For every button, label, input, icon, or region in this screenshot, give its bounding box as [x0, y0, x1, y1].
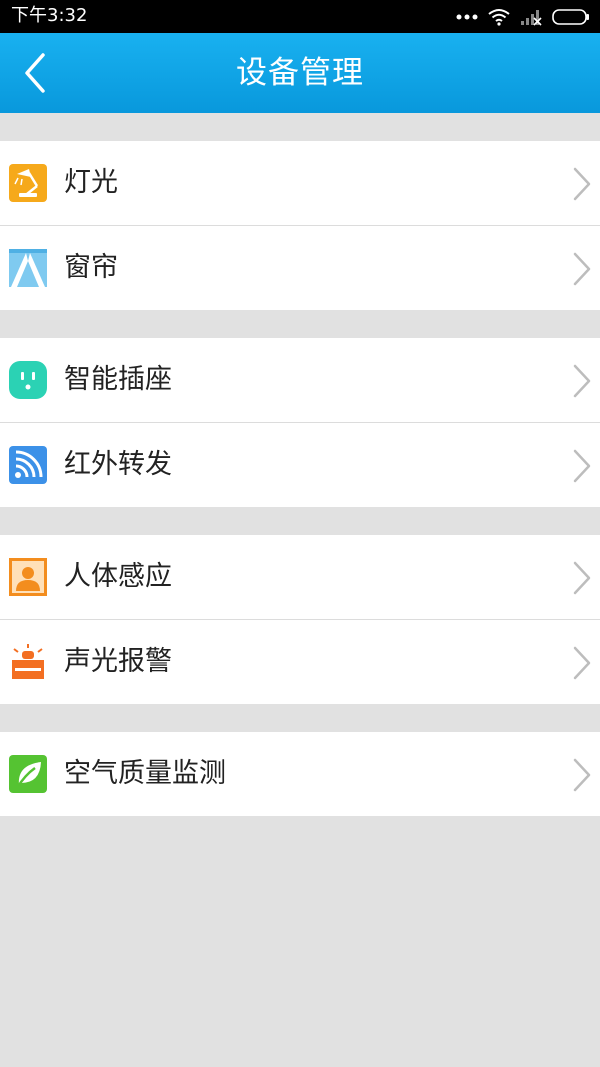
page-title: 设备管理	[236, 55, 364, 91]
device-group-1: 灯光 窗帘	[0, 141, 600, 310]
device-label-smart-socket: 智能插座	[64, 364, 172, 395]
more-dots-icon	[456, 14, 478, 20]
status-bar: 下午3:32	[0, 0, 600, 33]
lamp-icon	[9, 164, 47, 202]
device-group-2: 智能插座 红外转发	[0, 338, 600, 507]
device-group-3: 人体感应 声光报警	[0, 535, 600, 704]
device-item-alarm[interactable]: 声光报警	[0, 619, 600, 704]
device-label-light: 灯光	[64, 167, 118, 198]
device-label-infrared: 红外转发	[64, 449, 172, 480]
chevron-right-icon	[573, 364, 591, 398]
status-icons	[456, 6, 590, 28]
chevron-right-icon	[573, 252, 591, 286]
device-item-light[interactable]: 灯光	[0, 141, 600, 225]
device-label-alarm: 声光报警	[64, 646, 172, 677]
infrared-icon	[9, 446, 47, 484]
device-item-human-sensor[interactable]: 人体感应	[0, 535, 600, 619]
device-item-infrared[interactable]: 红外转发	[0, 422, 600, 507]
device-label-air-quality: 空气质量监测	[64, 758, 226, 789]
chevron-right-icon	[573, 167, 591, 201]
device-label-curtain: 窗帘	[64, 252, 118, 283]
device-item-air-quality[interactable]: 空气质量监测	[0, 732, 600, 816]
status-time: 下午3:32	[11, 5, 88, 26]
signal-icon	[521, 10, 542, 26]
device-group-4: 空气质量监测	[0, 732, 600, 816]
human-sensor-icon	[9, 558, 47, 596]
alarm-icon	[12, 644, 44, 679]
curtain-icon	[9, 249, 47, 287]
battery-icon	[552, 9, 589, 25]
chevron-right-icon	[573, 758, 591, 792]
chevron-right-icon	[573, 449, 591, 483]
device-label-human-sensor: 人体感应	[64, 561, 172, 592]
chevron-right-icon	[573, 561, 591, 595]
socket-icon	[9, 361, 47, 399]
wifi-icon	[488, 9, 510, 26]
chevron-right-icon	[573, 646, 591, 680]
leaf-icon	[9, 755, 47, 793]
title-bar: 设备管理	[0, 33, 600, 113]
device-item-smart-socket[interactable]: 智能插座	[0, 338, 600, 422]
device-item-curtain[interactable]: 窗帘	[0, 225, 600, 310]
